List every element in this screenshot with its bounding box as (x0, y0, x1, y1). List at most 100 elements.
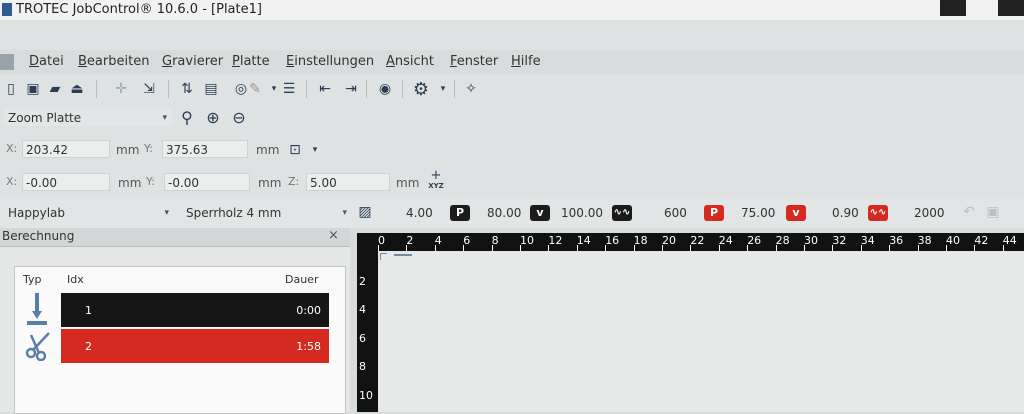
zoom-out-icon[interactable]: ⊖ (230, 108, 248, 127)
zoom-toolbar: Zoom Platte ▾ ⚲ ⊕ ⊖ (0, 104, 1024, 134)
chevron-down-icon[interactable]: ▾ (306, 141, 324, 159)
close-window-button[interactable] (998, 0, 1024, 16)
align-right-icon[interactable]: ⇥ (342, 80, 360, 98)
stack-icon[interactable]: ☰ (280, 80, 298, 98)
xyz-move-button[interactable]: + XYZ (426, 168, 446, 194)
menu-datei[interactable]: Datei (29, 54, 64, 69)
zoom-icon[interactable]: ⚲ (178, 108, 196, 127)
ruler-corner (357, 233, 378, 251)
edit-icon[interactable]: ✎ (246, 80, 264, 98)
save-material-icon[interactable]: ▣ (984, 203, 1002, 221)
chevron-down-icon[interactable]: ▾ (434, 80, 452, 98)
y-offset-label: Y: (146, 175, 155, 188)
x-label: X: (6, 142, 18, 155)
ruler-tick-label: 26 (747, 234, 762, 247)
gear-icon[interactable]: ⚙ (412, 79, 430, 100)
vertical-ruler: 2 4 6 8 10 (357, 251, 378, 412)
menu-bearbeiten[interactable]: Bearbeiten (78, 54, 149, 69)
ruler-tick-label: 34 (860, 234, 875, 247)
x-offset-value: -0.00 (26, 176, 58, 190)
z-offset-unit: mm (396, 176, 420, 190)
ruler-tick-label: 8 (491, 234, 499, 247)
z-offset-value: 5.00 (310, 176, 337, 190)
ruler-tick-label: 44 (1002, 234, 1017, 247)
menu-hilfe[interactable]: Hilfe (511, 54, 541, 69)
column-duration: Dauer (285, 273, 319, 286)
ruler-tick-label: 10 (359, 388, 373, 402)
profile-select[interactable]: Happylab ▾ (4, 203, 174, 221)
ruler-tick-label: 42 (974, 234, 989, 247)
document-icon[interactable] (0, 54, 14, 70)
title-bar: TROTEC JobControl® 10.6.0 - [Plate1] (0, 0, 1024, 21)
column-type: Typ (23, 273, 42, 286)
ruler-tick-label: 14 (576, 234, 591, 247)
x-position-field[interactable]: 203.42 (22, 140, 110, 158)
chevron-down-icon: ▾ (342, 208, 347, 218)
engrave-velocity-value: 100.00 (561, 206, 603, 220)
menu-gravierer[interactable]: Gravierer (162, 54, 223, 69)
plate-marker (394, 254, 412, 256)
origin-point-icon[interactable]: ⊡ (286, 141, 304, 159)
y-offset-value: -0.00 (168, 176, 200, 190)
ruler-tick-label: 20 (662, 234, 676, 247)
menu-platte[interactable]: Platte (232, 54, 270, 69)
ruler-tick-label: 22 (690, 234, 705, 247)
z-offset-field[interactable]: 5.00 (306, 173, 390, 191)
table-row[interactable]: 2 1:58 (61, 329, 329, 363)
eject-icon[interactable]: ⏏ (68, 80, 86, 98)
y-offset-field[interactable]: -0.00 (164, 173, 250, 191)
scissors-icon (25, 329, 51, 362)
plate-origin-marker (380, 253, 387, 260)
ruler-tick-label: 28 (775, 234, 790, 247)
table-row[interactable]: 1 0:00 (61, 293, 329, 327)
eye-icon[interactable]: ◉ (376, 80, 394, 98)
new-file-icon[interactable]: ▯ (2, 80, 20, 98)
y-position-value: 375.63 (166, 143, 208, 157)
material-select[interactable]: Sperrholz 4 mm ▾ (182, 203, 352, 221)
panel-header: Berechnung × (0, 228, 350, 247)
open-folder-icon[interactable]: ▰ (46, 80, 64, 98)
thickness-icon[interactable]: ▨ (356, 203, 374, 221)
row-idx: 1 (85, 304, 92, 317)
zoom-in-icon[interactable]: ⊕ (204, 108, 222, 127)
title-bar-shadow (0, 20, 1024, 50)
x-offset-label: X: (6, 175, 18, 188)
profile-select-value: Happylab (8, 206, 66, 220)
plus-icon: + (430, 168, 442, 183)
y-offset-unit: mm (258, 176, 282, 190)
crosshair-icon[interactable]: ✛ (112, 80, 130, 98)
x-offset-field[interactable]: -0.00 (22, 173, 110, 191)
align-left-icon[interactable]: ⇤ (316, 80, 334, 98)
y-unit: mm (256, 143, 280, 157)
row-duration: 0:00 (296, 304, 321, 317)
menu-einstellungen[interactable]: Einstellungen (286, 54, 374, 69)
menu-ansicht[interactable]: Ansicht (386, 54, 434, 69)
save-icon[interactable]: ▣ (24, 80, 42, 98)
undo-icon[interactable]: ↶ (960, 203, 978, 221)
row-idx: 2 (85, 340, 92, 353)
app-icon (2, 3, 12, 16)
add-job-icon[interactable]: ⇲ (140, 80, 158, 98)
thickness-value: 4.00 (406, 206, 433, 220)
material-select-value: Sperrholz 4 mm (186, 206, 282, 220)
minimize-button[interactable] (940, 0, 966, 16)
sort-icon[interactable]: ⇅ (178, 80, 196, 98)
ruler-tick-label: 30 (804, 234, 818, 247)
plate-canvas[interactable] (378, 251, 1024, 412)
main-toolbar: ▯ ▣ ▰ ⏏ ✛ ⇲ ⇅ ▤ ◎ ✎ ▾ ☰ ⇤ ⇥ ◉ ⚙ ▾ ✧ (0, 74, 1024, 104)
menu-fenster[interactable]: Fenster (450, 54, 498, 69)
ruler-tick-label: 18 (633, 234, 648, 247)
cut-power-value: 75.00 (741, 206, 776, 220)
zoom-select[interactable]: Zoom Platte ▾ (4, 108, 172, 126)
ruler-tick-label: 32 (832, 234, 847, 247)
ruler-tick-label: 4 (434, 234, 442, 247)
document-check-icon[interactable]: ▤ (202, 80, 220, 98)
y-position-field[interactable]: 375.63 (162, 140, 248, 158)
close-panel-icon[interactable]: × (328, 228, 339, 243)
ruler-tick-label: 0 (378, 234, 385, 247)
engrave-ppi-value: 600 (664, 206, 687, 220)
menu-bar: Datei Bearbeiten Gravierer Platte Einste… (0, 50, 1024, 74)
x-offset-unit: mm (118, 176, 142, 190)
magic-wand-icon[interactable]: ✧ (462, 80, 480, 98)
panel-title: Berechnung (2, 229, 75, 243)
